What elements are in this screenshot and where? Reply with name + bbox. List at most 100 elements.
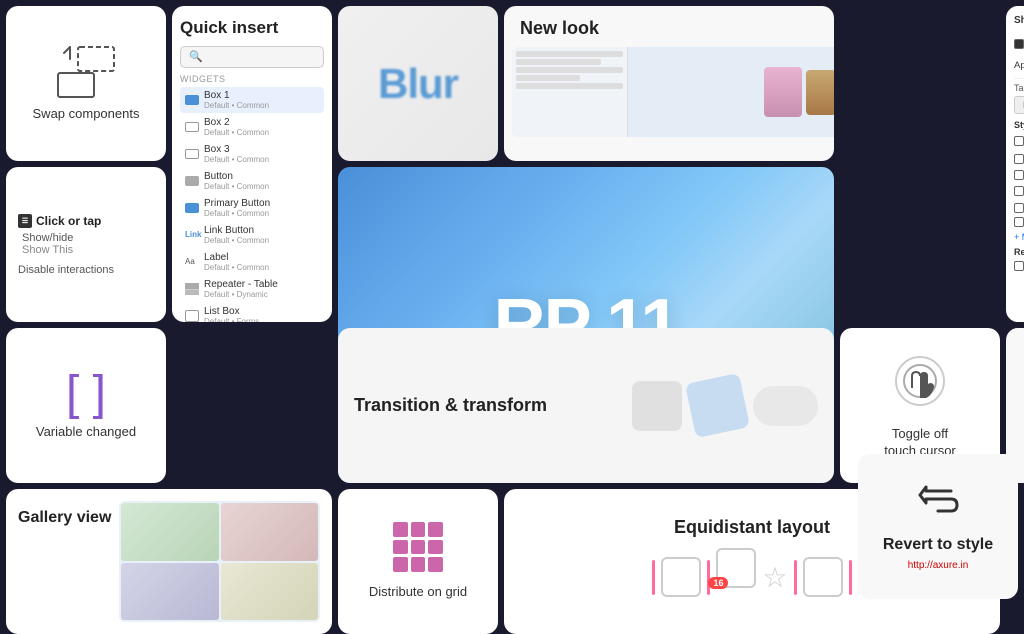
quick-insert-search[interactable] [180, 46, 324, 68]
interaction-title: ☰ Click or tap [18, 214, 101, 228]
nl-flower-img [764, 67, 802, 117]
dc2 [411, 522, 426, 537]
more-style-link[interactable]: + More style properties [1014, 232, 1024, 242]
quick-item-repeater[interactable]: Repeater - Table Default • Dynamic [180, 276, 324, 302]
equidistant-title: Equidistant layout [674, 517, 830, 538]
card-blur: Blur [338, 6, 498, 161]
card-transition: Transition & transform [338, 328, 834, 483]
shape-pill [753, 386, 818, 426]
widget-style-checkbox[interactable] [1014, 136, 1024, 146]
swap-label: Swap components [33, 106, 140, 123]
new-look-content: New look [504, 6, 834, 161]
clear-prev-row: Clear previously applied styles [1014, 260, 1024, 271]
quick-item-box1[interactable]: Box 1 Default • Common [180, 87, 324, 113]
transform-row: Transform [1014, 217, 1024, 227]
panel-checkbox[interactable] [1014, 39, 1024, 49]
panel-checkbox-row: Click or tap Turn on cases Add target [1014, 31, 1024, 57]
clear-prev-checkbox[interactable] [1014, 261, 1024, 271]
panel-title: Shape Interactions [1014, 15, 1024, 26]
image-filter-row: Image filter [1014, 184, 1024, 198]
swap-icon [56, 45, 116, 100]
shape-square [632, 381, 682, 431]
dc6 [428, 540, 443, 555]
equi-badge-container: 16 [716, 548, 756, 606]
revert-label: Revert to style [883, 536, 993, 554]
transition-label: Transition & transform [354, 394, 547, 417]
card-new-look: New look [504, 6, 834, 161]
style-props-title: Style properties [1014, 120, 1024, 130]
dc4 [393, 540, 408, 555]
quick-item-button[interactable]: Button Default • Common [180, 168, 324, 194]
transform-checkbox[interactable] [1014, 217, 1024, 227]
equi-badge: 16 [708, 577, 728, 589]
new-look-screenshot [512, 47, 834, 137]
variable-label: Variable changed [36, 424, 136, 441]
apply-style-label: Apply style [1014, 60, 1024, 71]
revert-icon [916, 483, 961, 526]
distribute-label: Distribute on grid [369, 584, 467, 601]
dc8 [411, 557, 426, 572]
gallery-preview [119, 501, 320, 622]
quick-item-primary-button[interactable]: Primary Button Default • Common [180, 195, 324, 221]
interaction-icon: ☰ [18, 214, 32, 228]
nl-left-panel [512, 47, 628, 137]
border-color-checkbox[interactable] [1014, 170, 1024, 180]
card-apply-panel: Shape Interactions – □ × Click or tap Tu… [1006, 6, 1024, 322]
shape-square-rotated [685, 373, 750, 438]
distribute-icon [393, 522, 443, 572]
variable-symbol: [ ] [66, 370, 106, 418]
equi-star: ☆ [762, 561, 787, 594]
gallery-cell-2 [221, 503, 318, 561]
card-quick-insert: Quick insert WIDGETS Box 1 Default • Com… [172, 6, 332, 322]
gallery-cell-4 [221, 563, 318, 621]
equi-rect-3 [803, 557, 843, 597]
card-revert: Revert to style http://axure.in [858, 454, 1018, 599]
card-distribute: Distribute on grid [338, 489, 498, 634]
image-filter-checkbox[interactable] [1014, 186, 1024, 196]
panel-divider-1 [1014, 78, 1024, 79]
quick-section-label: WIDGETS [180, 74, 226, 84]
border-color-row: Border color [1014, 169, 1024, 181]
disable-interactions-label: Disable interactions [18, 264, 114, 276]
blur-label: Blur [378, 60, 458, 108]
target-select[interactable]: Image1 [1014, 96, 1024, 114]
reset-style-title: Reset style [1014, 247, 1024, 257]
gallery-cell-3 [121, 563, 218, 621]
card-variable: [ ] Variable changed [6, 328, 166, 483]
interaction-target: Show This [22, 244, 73, 256]
panel-footer: Cancel OK [1014, 278, 1024, 292]
quick-insert-title: Quick insert [180, 18, 278, 38]
quick-item-box1-sub: Default • Common [204, 101, 269, 110]
touch-cursor-icon [890, 352, 950, 412]
target-row: Target [1014, 83, 1024, 93]
quick-item-link-button[interactable]: Link Link Button Default • Common [180, 222, 324, 248]
dc7 [393, 557, 408, 572]
dc9 [428, 557, 443, 572]
quick-item-label[interactable]: Aa Label Default • Common [180, 249, 324, 275]
panel-title-bar: Shape Interactions – □ × [1014, 14, 1024, 26]
target-label: Target [1014, 83, 1024, 93]
widget-style-row: Widget style Default [1014, 133, 1024, 149]
equi-line-3 [794, 560, 797, 595]
image-row: Image Select [1014, 201, 1024, 214]
apply-style-row: Apply style [1014, 60, 1024, 71]
equi-line-4 [849, 560, 852, 595]
quick-item-listbox[interactable]: List Box Default • Forms [180, 303, 324, 322]
gallery-label: Gallery view [18, 509, 111, 527]
card-click-or-tap: ☰ Click or tap Show/hide Show This Disab… [6, 167, 166, 322]
opacity-row: Opacity (%) [1014, 152, 1024, 166]
quick-item-box3[interactable]: Box 3 Default • Common [180, 141, 324, 167]
dc1 [393, 522, 408, 537]
equidistant-items: 16 ☆ [652, 548, 851, 606]
interaction-action: Show/hide [22, 232, 73, 244]
transform-shapes [557, 378, 818, 433]
opacity-checkbox[interactable] [1014, 154, 1024, 164]
revert-url: http://axure.in [908, 560, 969, 571]
new-look-title: New look [504, 6, 834, 47]
image-checkbox[interactable] [1014, 203, 1024, 213]
gallery-cell-1 [121, 503, 218, 561]
quick-item-box1-name: Box 1 [204, 90, 269, 101]
quick-item-box2[interactable]: Box 2 Default • Common [180, 114, 324, 140]
card-swap: Swap components [6, 6, 166, 161]
dc5 [411, 540, 426, 555]
